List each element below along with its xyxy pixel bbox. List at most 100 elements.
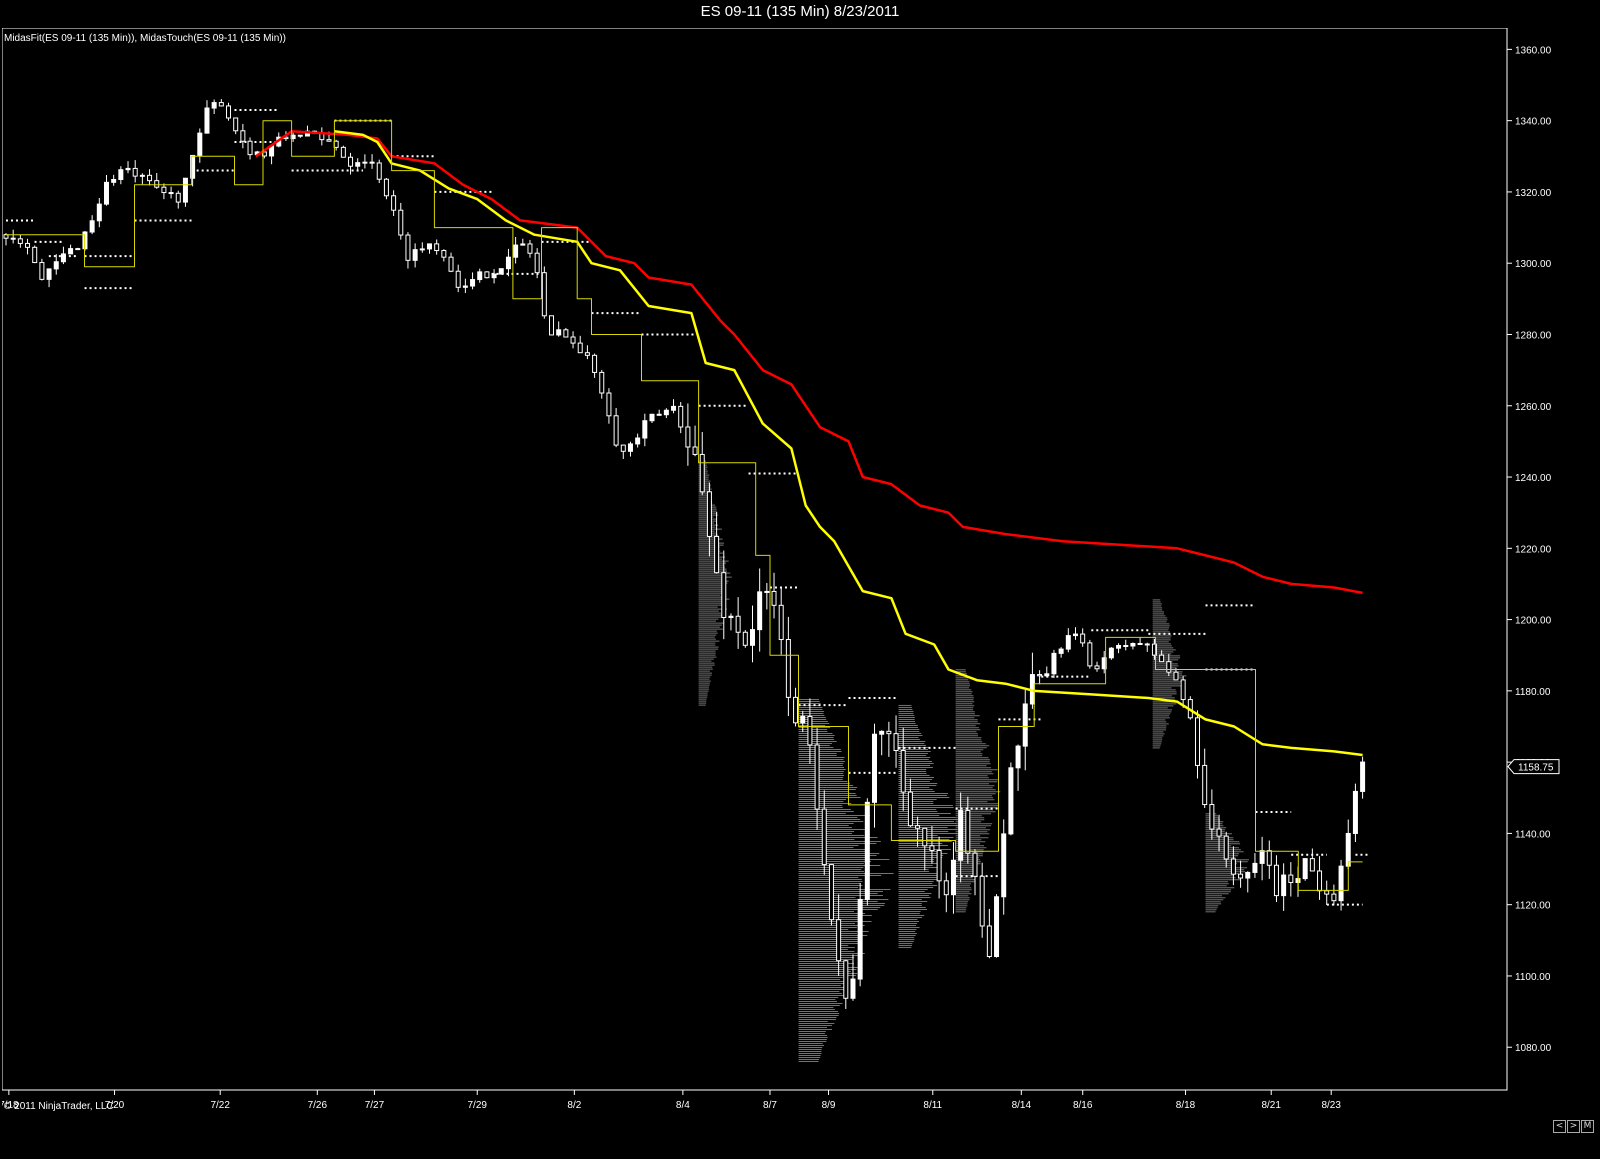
candle-body [721, 572, 727, 619]
candle-body [53, 261, 59, 270]
midas-fit-line [255, 130, 1363, 595]
candle-body [620, 444, 626, 452]
candle-body [1094, 665, 1100, 670]
candle-body [1015, 745, 1021, 769]
x-tick-label: 8/4 [676, 1100, 690, 1111]
candles-layer [3, 99, 1366, 1010]
candle-body [965, 810, 971, 854]
candle-body [549, 315, 555, 336]
candle-body [513, 244, 519, 258]
candle-body [958, 810, 964, 861]
candle-body [39, 262, 45, 280]
candle-body [125, 167, 131, 171]
candle-body [843, 960, 849, 999]
y-tick-label: 1200.00 [1515, 616, 1552, 627]
candle-body [1022, 703, 1028, 747]
candle-body [807, 715, 813, 746]
candle-body [1159, 654, 1165, 663]
y-tick-label: 1240.00 [1515, 473, 1552, 484]
y-tick-label: 1340.00 [1515, 117, 1552, 128]
candle-body [1302, 858, 1308, 880]
candle-body [685, 426, 691, 448]
candle-body [68, 248, 74, 255]
candle-body [3, 234, 9, 239]
candle-body [1360, 761, 1366, 792]
y-tick-label: 1300.00 [1515, 259, 1552, 270]
candle-body [1266, 850, 1272, 866]
candle-body [1065, 635, 1071, 650]
candle-body [1116, 645, 1122, 649]
candle-body [922, 827, 928, 847]
scroll-end-button[interactable]: M [1581, 1120, 1594, 1133]
candle-body [663, 409, 669, 416]
scroll-right-button[interactable]: > [1567, 1120, 1580, 1133]
candle-body [1137, 643, 1143, 646]
candle-body [362, 161, 368, 164]
x-tick-label: 8/7 [763, 1100, 777, 1111]
candle-body [936, 849, 942, 882]
candle-body [1144, 643, 1150, 646]
candle-body [627, 443, 633, 452]
scroll-left-button[interactable]: < [1553, 1120, 1566, 1133]
candle-body [340, 146, 346, 158]
candle-body [570, 336, 576, 344]
candle-body [139, 174, 145, 177]
candle-body [678, 405, 684, 428]
candle-body [1259, 850, 1265, 864]
candle-body [1001, 833, 1007, 898]
candle-body [994, 896, 1000, 957]
candle-body [793, 696, 799, 724]
candle-body [1058, 648, 1064, 654]
candle-body [785, 639, 791, 698]
candle-body [972, 852, 978, 877]
candle-body [60, 253, 66, 263]
plot-area [2, 28, 1508, 1091]
candle-body [699, 453, 705, 493]
candle-body [1051, 652, 1057, 675]
candle-body [735, 615, 741, 633]
candle-body [814, 744, 820, 810]
candle-body [556, 329, 562, 336]
candle-body [706, 491, 712, 537]
candle-body [635, 437, 641, 445]
candle-body [1166, 661, 1172, 673]
candle-body [89, 220, 95, 233]
candle-body [1281, 874, 1287, 897]
x-axis: 7/187/207/227/267/277/298/28/48/78/98/11… [2, 1090, 1341, 1111]
candle-body [455, 270, 461, 288]
candle-body [1223, 835, 1229, 860]
x-tick-label: 8/16 [1073, 1100, 1093, 1111]
candle-body [836, 919, 842, 962]
candle-body [132, 167, 138, 177]
candle-body [233, 117, 239, 132]
y-tick-label: 1260.00 [1515, 402, 1552, 413]
candle-body [1288, 874, 1294, 883]
candle-body [218, 102, 224, 107]
y-tick-label: 1320.00 [1515, 188, 1552, 199]
x-tick-label: 8/14 [1012, 1100, 1032, 1111]
indicator-legend: MidasFit(ES 09-11 (135 Min)), MidasTouch… [4, 33, 286, 44]
candle-body [915, 825, 921, 829]
chart-panel[interactable]: 1360.00 1340.00 1320.00 1300.00 1280.00 1260.… [2, 28, 1600, 1113]
candle-body [326, 139, 332, 142]
candle-body [692, 446, 698, 455]
last-price-label: 1158.75 [1518, 763, 1554, 774]
candle-body [828, 864, 834, 921]
x-tick-label: 8/18 [1176, 1100, 1196, 1111]
candle-body [872, 733, 878, 803]
candle-body [470, 279, 476, 287]
candle-body [175, 192, 181, 203]
candle-body [75, 248, 81, 251]
candle-body [462, 285, 468, 288]
candle-body [204, 107, 210, 134]
candle-body [369, 161, 375, 164]
candle-body [25, 242, 31, 248]
candle-body [441, 250, 447, 258]
price-chart[interactable]: 1360.00 1340.00 1320.00 1300.00 1280.00 1260.… [2, 28, 1600, 1113]
candle-body [642, 420, 648, 439]
candle-body [348, 156, 354, 167]
candle-body [1309, 858, 1315, 872]
candle-body [1130, 643, 1136, 647]
x-tick-label: 7/26 [308, 1100, 328, 1111]
candle-body [764, 590, 770, 593]
